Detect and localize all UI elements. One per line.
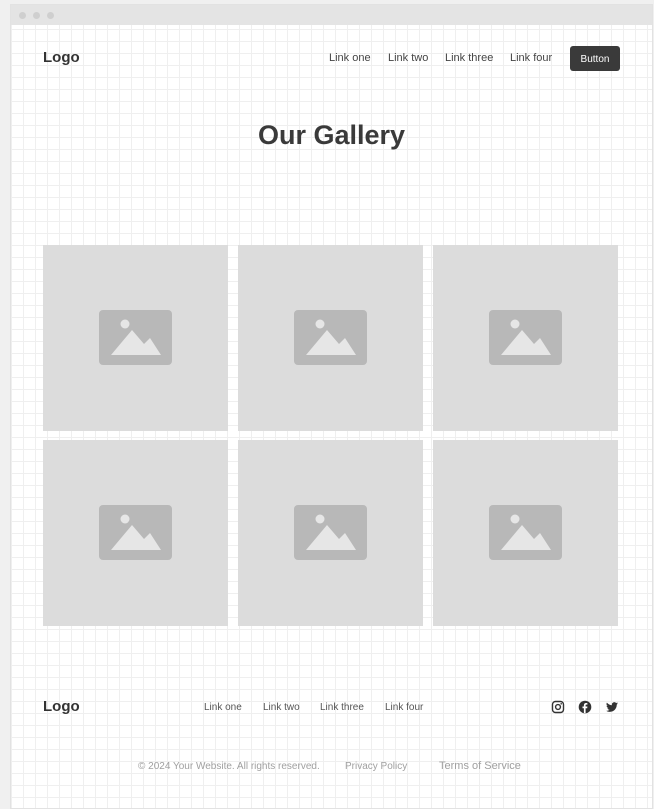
gallery-tile[interactable]	[43, 245, 228, 431]
nav-link-one[interactable]: Link one	[329, 52, 371, 64]
image-placeholder-icon	[489, 310, 562, 365]
browser-window: Logo Link one Link two Link three Link f…	[10, 4, 653, 809]
footer-logo[interactable]: Logo	[43, 698, 80, 715]
privacy-policy-link[interactable]: Privacy Policy	[345, 761, 407, 772]
window-minimize-dot[interactable]	[33, 12, 40, 19]
instagram-icon[interactable]	[551, 700, 565, 714]
footer-nav: Logo Link one Link two Link three Link f…	[11, 695, 652, 735]
footer-link-four[interactable]: Link four	[385, 702, 423, 713]
top-navbar: Logo Link one Link two Link three Link f…	[11, 25, 652, 93]
page-title: Our Gallery	[257, 120, 406, 150]
nav-link-three[interactable]: Link three	[445, 52, 493, 64]
image-placeholder-icon	[99, 505, 172, 560]
image-placeholder-icon	[99, 310, 172, 365]
image-placeholder-icon	[294, 505, 367, 560]
window-close-dot[interactable]	[19, 12, 26, 19]
copyright-text: © 2024 Your Website. All rights reserved…	[138, 761, 320, 772]
footer-link-three[interactable]: Link three	[320, 702, 364, 713]
window-titlebar	[11, 5, 652, 25]
gallery-tile[interactable]	[238, 245, 423, 431]
gallery-tile[interactable]	[43, 440, 228, 626]
gallery-tile[interactable]	[433, 440, 618, 626]
window-maximize-dot[interactable]	[47, 12, 54, 19]
gallery-tile[interactable]	[238, 440, 423, 626]
terms-of-service-link[interactable]: Terms of Service	[439, 760, 521, 772]
facebook-icon[interactable]	[578, 700, 592, 714]
nav-link-two[interactable]: Link two	[388, 52, 428, 64]
twitter-icon[interactable]	[605, 700, 619, 714]
gallery-tile[interactable]	[433, 245, 618, 431]
header-logo[interactable]: Logo	[43, 49, 80, 66]
image-placeholder-icon	[294, 310, 367, 365]
footer-link-one[interactable]: Link one	[204, 702, 242, 713]
nav-link-four[interactable]: Link four	[510, 52, 552, 64]
footer-link-two[interactable]: Link two	[263, 702, 300, 713]
header-button[interactable]: Button	[570, 46, 620, 71]
image-placeholder-icon	[489, 505, 562, 560]
